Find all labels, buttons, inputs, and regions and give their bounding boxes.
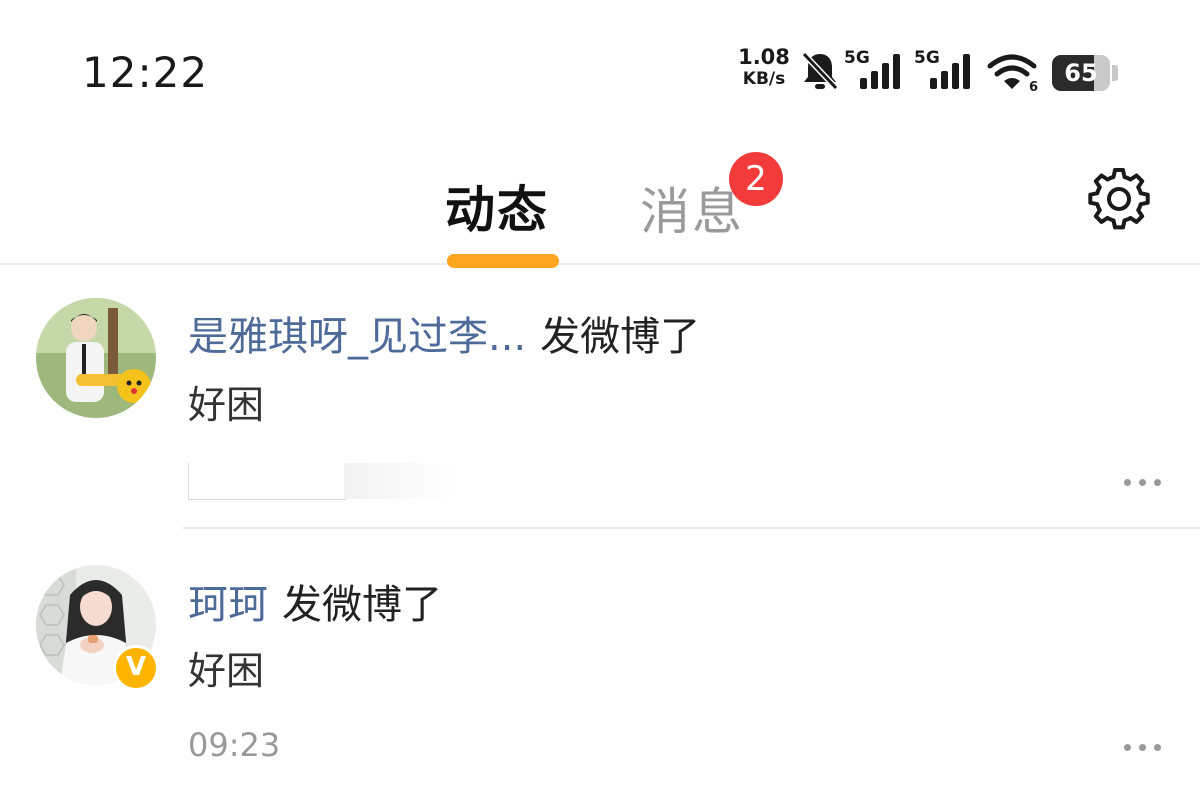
gear-icon[interactable] [1086,166,1152,232]
net-speed-unit: KB/s [742,69,786,89]
status-time: 12:22 [82,48,209,97]
bell-off-icon [801,51,839,91]
feed-title: 珂珂 发微博了 [188,572,442,630]
feed-separator [183,527,1200,529]
verified-badge: V [113,645,159,691]
net-speed-value: 1.08 [738,45,790,69]
avatar[interactable] [36,298,156,418]
net-speed: 1.08 KB/s [738,46,790,90]
feed-title: 是雅琪呀_见过李... 发微博了 [188,304,700,362]
more-icon[interactable] [1124,741,1164,753]
user-name[interactable]: 珂珂 [188,582,268,628]
media-placeholder [188,463,346,500]
battery-tip [1112,65,1118,81]
media-placeholder-fade [344,463,456,499]
svg-text:5G: 5G [844,48,870,68]
post-text[interactable]: 好困 [188,640,264,695]
post-action: 发微博了 [540,314,701,360]
post-action: 发微博了 [282,582,442,628]
tab-dynamic[interactable]: 动态 [445,170,560,268]
svg-text:6: 6 [1029,80,1038,92]
header-divider [0,263,1200,265]
header: 动态 消息 2 [0,130,1200,268]
post-time: 09:23 [188,726,281,764]
svg-text:5G: 5G [914,48,940,68]
wifi-icon: 6 [987,54,1038,92]
unread-badge: 2 [729,152,783,206]
post-text[interactable]: 好困 [188,374,264,429]
status-bar: 12:22 1.08 KB/s 5G 5G 6 65 [0,0,1200,130]
tab-messages-label: 消息 [640,183,744,241]
tab-dynamic-label: 动态 [445,181,549,239]
signal-5g-icon: 5G [914,48,970,89]
signal-5g-icon: 5G [844,48,900,89]
active-tab-indicator [447,254,559,268]
more-icon[interactable] [1124,476,1164,488]
battery-icon: 65 [1052,55,1110,91]
user-name[interactable]: 是雅琪呀_见过李... [188,314,526,360]
